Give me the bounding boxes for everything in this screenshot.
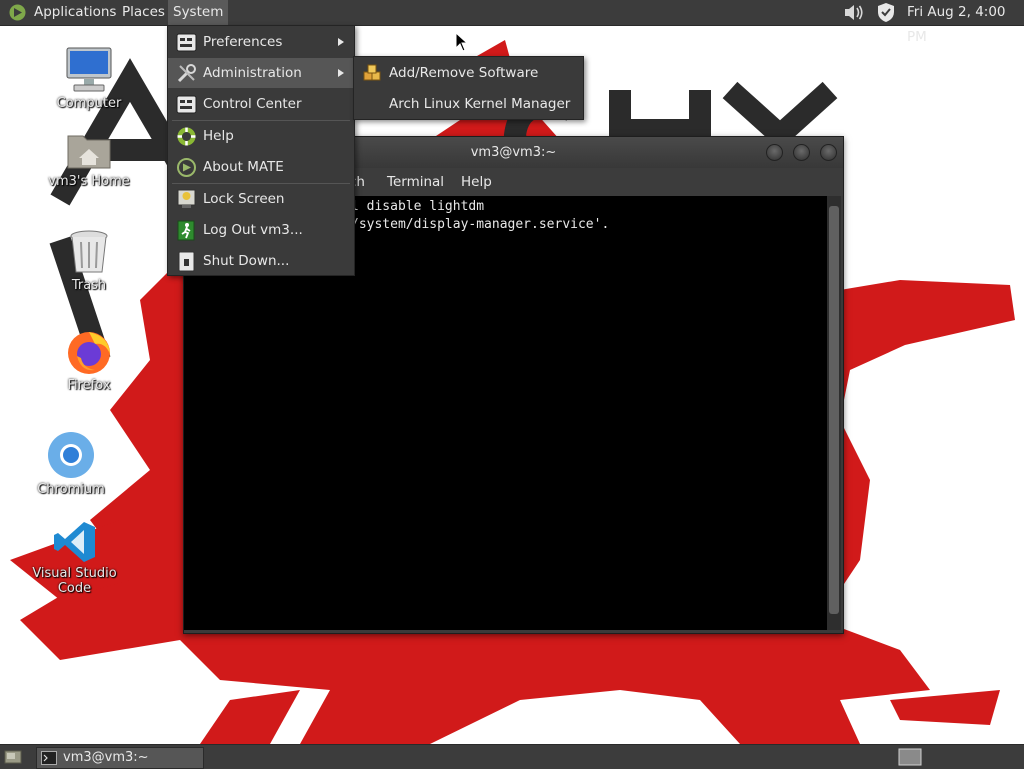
desktop-icon-chromium[interactable]: Chromium [16,430,126,497]
menu-item-about-mate[interactable]: About MATE [168,152,354,182]
menu-item-help[interactable]: Help [168,121,354,151]
menu-item-lock-screen[interactable]: Lock Screen [168,184,354,214]
chromium-icon [48,432,94,478]
menu-help[interactable]: Help [461,174,492,190]
shield-icon[interactable] [876,2,896,23]
menu-item-label: Preferences [203,34,283,50]
logout-icon [177,220,195,241]
menu-item-label: Lock Screen [203,191,285,207]
menu-item-label: Shut Down... [203,253,290,269]
mate-about-icon [177,158,196,177]
menu-item-label: Log Out vm3... [203,222,303,238]
menu-item-add-remove-software[interactable]: Add/Remove Software [354,58,583,88]
menu-item-preferences[interactable]: Preferences [168,27,354,57]
computer-icon [66,47,112,92]
scrollbar-thumb[interactable] [829,206,839,614]
top-panel: Applications Places System Fri Aug 2, 4:… [0,0,1024,45]
clock[interactable]: Fri Aug 2, 4:00 PM [902,0,1024,45]
show-desktop-icon[interactable] [4,749,22,765]
menu-item-kernel-manager[interactable]: Arch Linux Kernel Manager [354,89,583,119]
menu-item-label: Control Center [203,96,302,112]
menu-item-shut-down[interactable]: Shut Down... [168,246,354,276]
software-package-icon [363,64,381,81]
menu-item-label: Administration [203,65,302,81]
administration-submenu: Add/Remove Software Arch Linux Kernel Ma… [353,56,584,120]
vscode-icon [53,522,95,562]
preferences-icon [176,33,197,52]
menu-item-label: Arch Linux Kernel Manager [389,96,571,112]
bottom-panel: vm3@vm3:~ [0,744,1024,769]
desktop-icon-trash[interactable]: Trash [34,228,144,293]
workspace-switcher-icon[interactable] [898,748,922,766]
menu-item-label: About MATE [203,159,284,175]
desktop-icon-label: Computer [56,96,122,111]
lock-screen-icon [177,189,196,208]
taskbar-button-label: vm3@vm3:~ [63,750,149,765]
submenu-arrow-icon [338,38,344,46]
desktop-icon-label: vm3's Home [48,174,130,189]
menu-item-label: Add/Remove Software [389,65,539,81]
menu-terminal[interactable]: Terminal [387,174,444,190]
close-button[interactable] [820,144,837,161]
terminal-title: vm3@vm3:~ [470,145,557,160]
desktop-icon-label: Firefox [67,378,111,393]
terminal-line: /system/display-manager.service'. [351,217,610,232]
maximize-button[interactable] [793,144,810,161]
desktop-icon-computer[interactable]: Computer [34,46,144,111]
terminal-line: l disable lightdm [351,199,485,214]
desktop-icon-firefox[interactable]: Firefox [34,328,144,393]
control-center-icon [176,95,197,114]
menu-item-log-out[interactable]: Log Out vm3... [168,215,354,245]
minimize-button[interactable] [766,144,783,161]
menu-item-administration[interactable]: Administration [168,58,354,88]
trash-icon [70,230,108,273]
desktop-icon-label: Visual Studio Code [32,566,117,596]
applications-menu[interactable]: Applications [29,0,121,25]
menu-item-label: Help [203,128,234,144]
terminal-icon [41,751,57,765]
mouse-cursor-icon [455,32,469,52]
firefox-icon [68,332,110,374]
desktop-icon-vscode[interactable]: Visual Studio Code [17,520,132,596]
volume-icon[interactable] [843,3,865,22]
places-menu[interactable]: Places [117,0,170,25]
help-icon [177,127,196,146]
home-folder-icon [67,135,111,169]
menu-item-control-center[interactable]: Control Center [168,89,354,119]
system-menu[interactable]: System [168,0,229,25]
desktop-icon-home[interactable]: vm3's Home [34,128,144,189]
terminal-scrollbar[interactable] [827,196,841,630]
shutdown-icon [178,251,195,272]
submenu-arrow-icon [338,69,344,77]
desktop-icon-label: Trash [71,278,107,293]
desktop-icon-label: Chromium [37,482,105,497]
tools-icon [177,64,196,83]
system-menu-dropdown: Preferences Administration Control Cente… [167,25,355,276]
taskbar-terminal-button[interactable]: vm3@vm3:~ [36,747,204,769]
mate-logo-icon [9,4,26,21]
